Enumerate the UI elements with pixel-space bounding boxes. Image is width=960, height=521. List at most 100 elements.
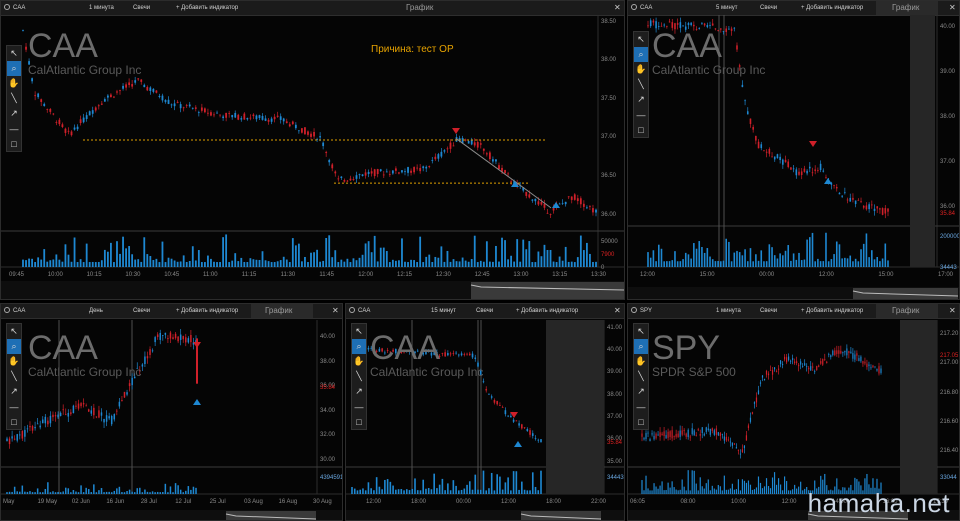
candle — [828, 353, 830, 355]
rect-icon[interactable]: □ — [634, 122, 648, 137]
volume-bar — [362, 488, 364, 494]
candle — [103, 419, 105, 423]
rect-icon[interactable]: □ — [352, 414, 366, 429]
cursor-icon[interactable]: ↖ — [7, 46, 21, 61]
hline-icon[interactable]: — — [634, 107, 648, 122]
candle — [768, 148, 771, 154]
arrow-icon[interactable]: ↗ — [634, 384, 648, 399]
candle — [693, 430, 695, 436]
cursor-icon[interactable]: ↖ — [352, 324, 366, 339]
candle — [182, 336, 184, 340]
hline-icon[interactable]: — — [634, 399, 648, 414]
candle — [798, 364, 800, 367]
volume-bar — [690, 258, 692, 267]
volume-bar — [156, 491, 159, 494]
hline-icon[interactable]: — — [7, 121, 21, 136]
volume-bar — [310, 252, 312, 267]
candle — [865, 205, 868, 210]
candle — [177, 336, 179, 342]
y-tick-label: 36.00 — [601, 211, 617, 218]
volume-bar — [655, 261, 657, 267]
hline-icon[interactable]: — — [352, 399, 366, 414]
hand-icon[interactable]: ✋ — [634, 62, 648, 77]
volume-bar — [707, 479, 709, 494]
volume-bar — [452, 259, 455, 267]
arrow-icon[interactable]: ↗ — [634, 92, 648, 107]
zoom-icon[interactable]: ⌕ — [634, 339, 648, 354]
hand-icon[interactable]: ✋ — [7, 76, 21, 91]
volume-bar — [699, 477, 701, 494]
volume-bar — [405, 489, 408, 494]
candle — [170, 104, 173, 106]
line-icon[interactable]: ╲ — [7, 91, 21, 106]
volume-bar — [747, 480, 750, 494]
arrow-icon[interactable]: ↗ — [352, 384, 366, 399]
volume-bar — [44, 488, 47, 494]
volume-bar — [595, 261, 597, 267]
y-tick-label: 39.00 — [940, 69, 956, 76]
zoom-icon[interactable]: ⌕ — [634, 47, 648, 62]
volume-bar — [846, 258, 849, 267]
candle — [649, 20, 652, 27]
volume-bar — [776, 258, 779, 267]
volume-bar — [182, 492, 184, 494]
volume-bar — [389, 481, 392, 494]
volume-bar — [641, 480, 643, 494]
candle — [93, 407, 95, 416]
rect-icon[interactable]: □ — [634, 414, 648, 429]
candle — [760, 144, 763, 149]
cursor-icon[interactable]: ↖ — [634, 32, 648, 47]
volume-bar — [47, 482, 49, 494]
volume-bar — [582, 250, 585, 267]
candle — [131, 84, 134, 87]
volume-bar — [416, 262, 419, 267]
candle — [830, 355, 832, 358]
hand-icon[interactable]: ✋ — [7, 354, 21, 369]
volume-bar — [466, 484, 468, 494]
volume-bar — [39, 492, 41, 494]
line-icon[interactable]: ╲ — [634, 369, 648, 384]
line-icon[interactable]: ╲ — [634, 77, 648, 92]
rect-icon[interactable]: □ — [7, 136, 21, 151]
candle — [854, 354, 856, 360]
volume-bar — [661, 481, 663, 494]
volume-bar — [182, 255, 185, 267]
candle — [744, 100, 746, 102]
hand-icon[interactable]: ✋ — [352, 354, 366, 369]
hline-icon[interactable]: — — [7, 399, 21, 414]
volume-bar — [419, 490, 422, 494]
volume-bar — [141, 492, 144, 494]
candle — [473, 142, 476, 146]
arrow-icon[interactable]: ↗ — [7, 106, 21, 121]
volume-bar — [375, 477, 378, 494]
candle — [870, 367, 872, 369]
line-icon[interactable]: ╲ — [7, 369, 21, 384]
candle — [521, 424, 523, 429]
candle — [31, 426, 34, 431]
arrow-icon[interactable]: ↗ — [7, 384, 21, 399]
y-tick-label: 41.00 — [607, 324, 623, 331]
zoom-icon[interactable]: ⌕ — [7, 61, 21, 76]
volume-bar — [34, 492, 36, 494]
volume-bar — [395, 489, 397, 494]
candle — [887, 208, 889, 212]
volume-bar — [537, 251, 540, 267]
volume-bar — [90, 492, 93, 494]
rect-icon[interactable]: □ — [7, 414, 21, 429]
line-icon[interactable]: ╲ — [352, 369, 366, 384]
volume-bar — [413, 260, 415, 267]
volume-bar — [441, 478, 444, 494]
cursor-icon[interactable]: ↖ — [634, 324, 648, 339]
zoom-icon[interactable]: ⌕ — [352, 339, 366, 354]
candle — [91, 110, 94, 114]
candle — [173, 103, 176, 107]
volume-bar — [255, 259, 258, 267]
volume-bar — [425, 488, 427, 494]
cursor-icon[interactable]: ↖ — [7, 324, 21, 339]
hand-icon[interactable]: ✋ — [634, 354, 648, 369]
candle — [824, 358, 826, 360]
candle — [537, 439, 540, 441]
zoom-icon[interactable]: ⌕ — [7, 339, 21, 354]
candle — [460, 353, 463, 356]
volume-bar — [140, 261, 143, 267]
